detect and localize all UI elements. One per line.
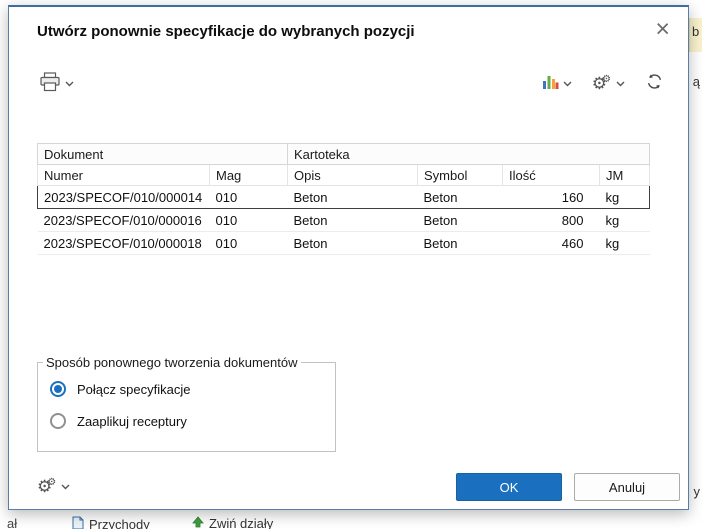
column-header-mag[interactable]: Mag	[209, 164, 288, 186]
ok-button[interactable]: OK	[456, 473, 562, 501]
option-zaaplikuj-receptury[interactable]: Zaaplikuj receptury	[50, 413, 325, 429]
group-header-dokument[interactable]: Dokument	[37, 143, 288, 165]
column-header-opis[interactable]: Opis	[287, 164, 418, 186]
groupbox-title: Sposób ponownego tworzenia dokumentów	[46, 355, 298, 370]
footer-settings-button[interactable]: ⚙⚙	[37, 478, 70, 496]
green-arrow-icon	[192, 516, 204, 529]
bar-chart-icon	[542, 73, 559, 95]
recreate-method-groupbox: Sposób ponownego tworzenia dokumentów Po…	[37, 355, 336, 452]
radio-button[interactable]	[50, 413, 66, 429]
cancel-button[interactable]: Anuluj	[574, 473, 680, 501]
background-text-fragment: y	[693, 484, 701, 499]
background-toolbar-fragment: b	[689, 18, 702, 52]
background-tab-collapse[interactable]: Zwiń działy	[192, 516, 273, 529]
settings-button[interactable]: ⚙⚙	[590, 73, 627, 95]
column-header-ilosc[interactable]: Ilość	[502, 164, 600, 186]
group-header-kartoteka[interactable]: Kartoteka	[286, 143, 651, 165]
background-tab-przychody[interactable]: Przychody	[72, 516, 150, 529]
radio-button[interactable]	[50, 381, 66, 397]
dialog-footer: ⚙⚙ OK Anuluj	[37, 473, 680, 501]
table-row[interactable]: 2023/SPECOF/010/000016 010 Beton Beton 8…	[37, 208, 650, 232]
chevron-down-icon	[61, 484, 70, 490]
chevron-down-icon	[616, 81, 625, 87]
dialog-title: Utwórz ponownie specyfikacje do wybranyc…	[37, 23, 415, 40]
refresh-button[interactable]	[643, 70, 666, 98]
documents-grid: Dokument Kartoteka Numer Mag Opis Symbol…	[37, 143, 651, 255]
column-header-numer[interactable]: Numer	[37, 164, 210, 186]
table-row[interactable]: 2023/SPECOF/010/000018 010 Beton Beton 4…	[37, 231, 650, 255]
column-header-jm[interactable]: JM	[598, 164, 651, 186]
printer-icon	[39, 71, 61, 97]
recreate-specifications-dialog: Utwórz ponownie specyfikacje do wybranyc…	[8, 5, 689, 510]
chevron-down-icon	[65, 81, 74, 87]
grid-group-header-row: Dokument Kartoteka	[37, 143, 651, 165]
dialog-header: Utwórz ponownie specyfikacje do wybranyc…	[37, 17, 674, 42]
dialog-toolbar: ⚙⚙	[37, 67, 666, 101]
gears-icon: ⚙⚙	[591, 74, 611, 93]
table-row[interactable]: 2023/SPECOF/010/000014 010 Beton Beton 1…	[37, 185, 651, 209]
radio-label: Połącz specyfikacje	[77, 381, 191, 397]
gears-icon: ⚙⚙	[37, 477, 57, 496]
document-icon	[72, 516, 84, 529]
print-button[interactable]	[37, 70, 76, 99]
option-polacz-specyfikacje[interactable]: Połącz specyfikacje	[50, 381, 325, 397]
background-text-fragment: ał	[7, 516, 18, 529]
background-bottom-strip: ał Przychody Zwiń działy	[0, 513, 702, 529]
column-header-symbol[interactable]: Symbol	[417, 164, 503, 186]
grid-header-row: Numer Mag Opis Symbol Ilość JM	[37, 164, 651, 186]
background-text-fragment: ą	[692, 74, 700, 89]
refresh-icon	[645, 72, 664, 96]
radio-label: Zaaplikuj receptury	[77, 413, 187, 429]
background-text-fragment: b	[692, 24, 700, 39]
close-icon[interactable]: ×	[651, 17, 674, 42]
analysis-button[interactable]	[540, 71, 574, 97]
chevron-down-icon	[563, 81, 572, 87]
